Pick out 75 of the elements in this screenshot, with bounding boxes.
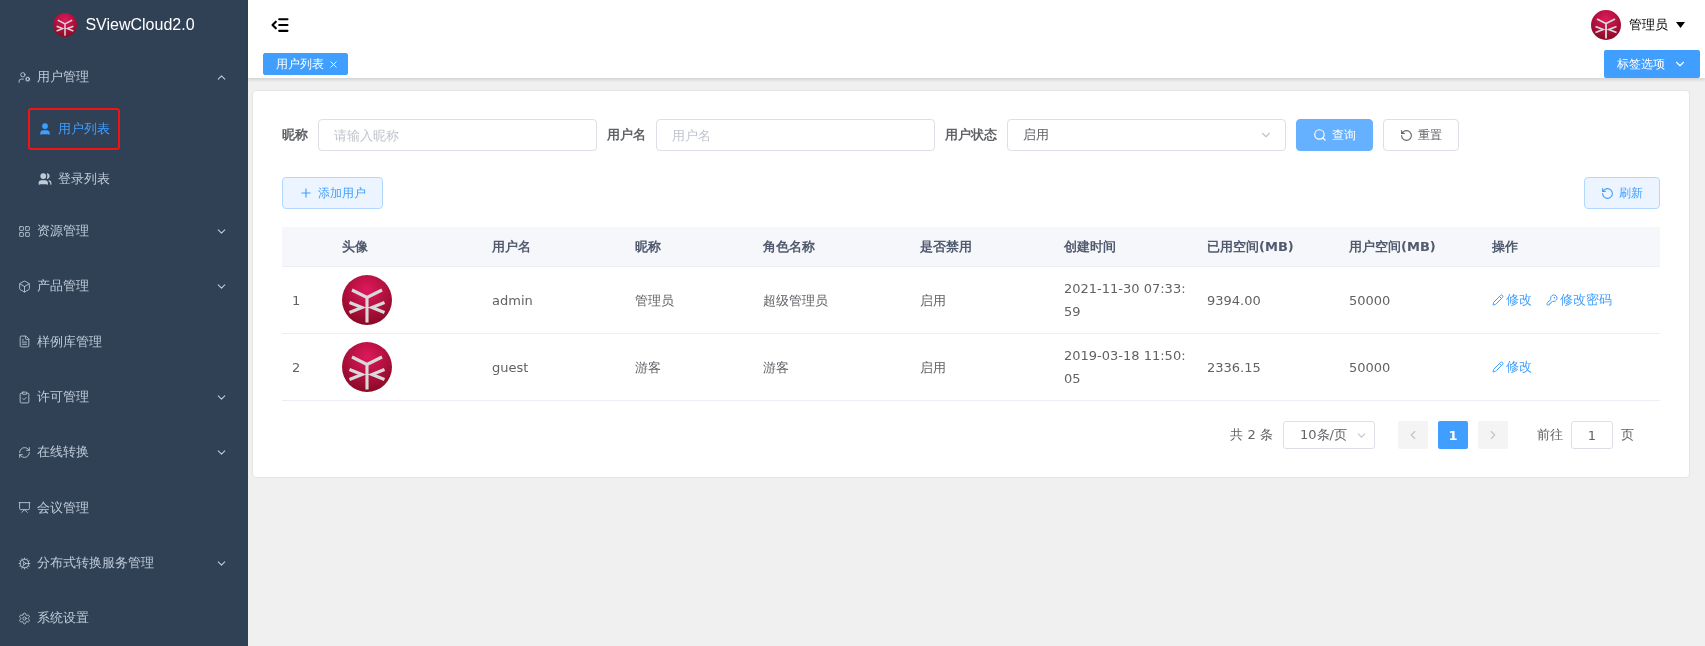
page-suffix: 页 — [1621, 426, 1634, 444]
caret-icon — [1676, 22, 1685, 28]
sidebar-item[interactable]: 会议管理 — [0, 480, 248, 536]
column-header: 已用空间(MB) — [1197, 227, 1339, 267]
key-icon — [1546, 294, 1558, 306]
sidebar-item[interactable]: 样例库管理 — [0, 314, 248, 370]
table-cell: 管理员 — [625, 267, 753, 334]
sidebar-item[interactable]: 系统设置 — [0, 590, 248, 646]
close-icon[interactable] — [328, 58, 339, 70]
pencil-icon — [1492, 361, 1504, 373]
users-icon — [38, 171, 52, 186]
column-header: 角色名称 — [753, 227, 910, 267]
gear-icon — [18, 556, 31, 570]
table-cell: 2019-03-18 11:50:05 — [1054, 334, 1197, 401]
grid-icon — [18, 224, 31, 238]
select-field[interactable]: 启用 — [1007, 119, 1286, 151]
table-cell: 2336.15 — [1197, 334, 1339, 401]
document-icon — [18, 335, 31, 349]
refresh-icon — [18, 445, 31, 459]
logo-icon — [53, 12, 78, 37]
refresh-icon — [1601, 186, 1614, 200]
box-icon — [18, 279, 31, 293]
table-cell: 50000 — [1339, 334, 1482, 401]
table-cell: 2 — [282, 334, 332, 401]
reset-button[interactable]: 重置 — [1383, 119, 1459, 151]
table-cell: 游客 — [625, 334, 753, 401]
column-header: 创建时间 — [1054, 227, 1197, 267]
table-cell: 1 — [282, 267, 332, 334]
field-label: 用户状态 — [945, 126, 997, 144]
avatar-logo-icon — [342, 275, 392, 325]
field-label: 用户名 — [607, 126, 646, 144]
table-cell: 50000 — [1339, 267, 1482, 334]
user-gear-icon — [18, 70, 31, 84]
table-cell: admin — [482, 267, 625, 334]
column-header: 头像 — [332, 227, 482, 267]
sidebar-item[interactable]: 产品管理 — [0, 258, 248, 315]
user-name[interactable]: 管理员 — [1629, 16, 1668, 34]
avatar-logo-icon — [342, 342, 392, 392]
column-header: 昵称 — [625, 227, 753, 267]
page-size-select[interactable]: 10条/页 — [1283, 421, 1375, 449]
brand-name: SViewCloud2.0 — [85, 15, 195, 34]
table-cell: guest — [482, 334, 625, 401]
sidebar-item[interactable]: 用户列表 — [28, 108, 120, 151]
presentation-icon — [18, 501, 31, 515]
goto-label: 前往 — [1537, 426, 1563, 444]
page-input[interactable]: 1 — [1571, 421, 1613, 449]
avatar-logo-icon — [1591, 10, 1621, 40]
sidebar-item[interactable]: 登录列表 — [28, 157, 120, 200]
user-icon — [38, 122, 52, 137]
column-header: 用户名 — [482, 227, 625, 267]
input-field[interactable]: 用户名 — [656, 119, 935, 151]
settings-icon — [18, 611, 31, 625]
clipboard-check-icon — [18, 390, 31, 404]
sidebar-item[interactable]: 分布式转换服务管理 — [0, 535, 248, 591]
table-cell: 启用 — [910, 267, 1054, 334]
column-header: 用户空间(MB) — [1339, 227, 1482, 267]
sidebar-item[interactable]: 许可管理 — [0, 369, 248, 425]
table-cell: 9394.00 — [1197, 267, 1339, 334]
total-count: 共 2 条 — [1230, 426, 1273, 444]
sidebar-item[interactable]: 用户管理 — [0, 49, 248, 105]
column-header: 是否禁用 — [910, 227, 1054, 267]
table-cell: 游客 — [753, 334, 910, 401]
table-cell: 2021-11-30 07:33:59 — [1054, 267, 1197, 334]
plus-icon — [299, 186, 313, 200]
table-cell: 启用 — [910, 334, 1054, 401]
search-icon — [1313, 128, 1327, 142]
field-label: 昵称 — [282, 126, 308, 144]
table-cell: 超级管理员 — [753, 267, 910, 334]
input-field[interactable]: 请输入昵称 — [318, 119, 597, 151]
menu-icon[interactable] — [270, 15, 290, 35]
pencil-icon — [1492, 294, 1504, 306]
sidebar-item[interactable]: 在线转换 — [0, 424, 248, 481]
column-header: 操作 — [1482, 227, 1660, 267]
reset-icon — [1400, 128, 1413, 142]
sidebar-item[interactable]: 资源管理 — [0, 203, 248, 259]
